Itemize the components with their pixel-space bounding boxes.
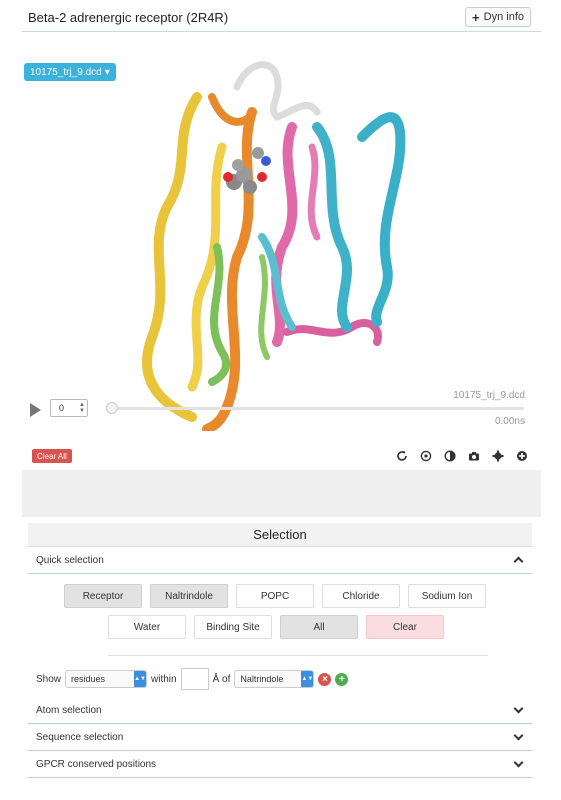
chevron-down-icon	[513, 757, 524, 768]
sequence-selection-toggle[interactable]: Sequence selection	[28, 724, 532, 751]
water-button[interactable]: Water	[108, 615, 186, 639]
add-icon[interactable]: +	[335, 672, 349, 686]
updown-arrow-icon: ▲▼	[134, 671, 147, 687]
timeline-track[interactable]	[110, 407, 524, 410]
timeline-slider-knob[interactable]	[106, 402, 118, 414]
selection-title: Selection	[28, 523, 532, 547]
selection-panel: Selection Quick selection Receptor Naltr…	[28, 523, 532, 706]
frame-input[interactable]: 0 ▲ ▼	[50, 399, 88, 417]
plus-circle-icon[interactable]	[514, 448, 530, 464]
atom-selection-label: Atom selection	[36, 704, 102, 716]
dyn-info-label: Dyn info	[483, 11, 524, 23]
protein-structure-image[interactable]	[22, 57, 541, 431]
sequence-selection-label: Sequence selection	[36, 731, 124, 743]
of-dropdown-value: Naltrindole	[240, 674, 284, 684]
popc-button[interactable]: POPC	[236, 584, 314, 608]
all-button[interactable]: All	[280, 615, 358, 639]
quick-selection-toggle[interactable]: Quick selection	[28, 547, 532, 574]
within-label: within	[151, 673, 177, 685]
chevron-down-icon	[513, 730, 524, 741]
gpcr-conserved-positions-label: GPCR conserved positions	[36, 758, 157, 770]
distance-input[interactable]	[180, 668, 209, 690]
remove-icon[interactable]: ×	[318, 672, 332, 686]
viewer-toolbar: Clear All	[22, 441, 541, 469]
molecule-viewer[interactable]: 10175_trj_9.dcd ▾ 0 ▲ ▼ 10175_trj_9.dcd …	[22, 57, 541, 431]
play-button[interactable]	[30, 403, 41, 417]
atom-selection-toggle[interactable]: Atom selection	[28, 697, 532, 724]
time-label: 0.00ns	[494, 416, 525, 427]
quick-selection-label: Quick selection	[36, 554, 104, 566]
unit-label: Å of	[212, 673, 231, 685]
trajectory-dropdown-label: 10175_trj_9.dcd	[30, 66, 102, 78]
page-header: Beta-2 adrenergic receptor (2R4R) + Dyn …	[22, 4, 541, 32]
plus-icon: +	[472, 9, 480, 25]
naltrindole-button[interactable]: Naltrindole	[150, 584, 228, 608]
sodium-ion-button[interactable]: Sodium Ion	[408, 584, 486, 608]
show-dropdown-value: residues	[71, 674, 106, 684]
quick-selection-body: Receptor Naltrindole POPC Chloride Sodiu…	[28, 574, 532, 706]
dyn-info-button[interactable]: + Dyn info	[465, 7, 531, 27]
receptor-button[interactable]: Receptor	[64, 584, 142, 608]
trajectory-name-label: 10175_trj_9.dcd	[453, 390, 525, 401]
clear-all-button[interactable]: Clear All	[32, 449, 72, 463]
chevron-down-icon	[513, 703, 524, 714]
binding-site-button[interactable]: Binding Site	[194, 615, 272, 639]
caret-down-icon: ▾	[104, 66, 110, 78]
chevron-up-icon	[513, 556, 524, 567]
gpcr-conserved-positions-toggle[interactable]: GPCR conserved positions	[28, 751, 532, 778]
frame-value: 0	[59, 403, 65, 413]
refresh-icon[interactable]	[394, 448, 410, 464]
representation-area	[22, 470, 541, 517]
clear-button[interactable]: Clear	[366, 615, 444, 639]
of-dropdown[interactable]: Naltrindole ▲▼	[234, 670, 315, 688]
chloride-button[interactable]: Chloride	[322, 584, 400, 608]
selection-accordions: Atom selection Sequence selection GPCR c…	[28, 697, 532, 778]
show-dropdown[interactable]: residues ▲▼	[65, 670, 148, 688]
updown-arrow-icon: ▲▼	[301, 671, 314, 687]
gear-icon[interactable]	[490, 448, 506, 464]
spinner-icon[interactable]: ▲ ▼	[79, 402, 85, 414]
page-title: Beta-2 adrenergic receptor (2R4R)	[28, 10, 229, 25]
distance-selection-row: Show residues ▲▼ within Å of Naltrindole…	[36, 668, 349, 690]
show-label: Show	[36, 673, 62, 685]
contrast-icon[interactable]	[442, 448, 458, 464]
divider	[108, 655, 488, 656]
camera-icon[interactable]	[466, 448, 482, 464]
trajectory-dropdown[interactable]: 10175_trj_9.dcd ▾	[24, 63, 116, 81]
target-icon[interactable]	[418, 448, 434, 464]
